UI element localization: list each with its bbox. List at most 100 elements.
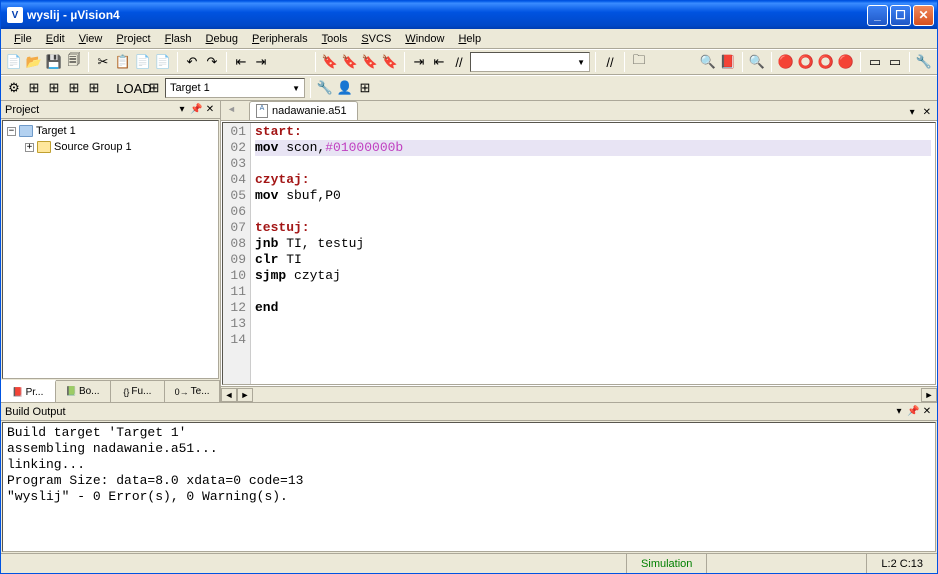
menu-help[interactable]: Help bbox=[451, 31, 488, 47]
menu-file[interactable]: File bbox=[7, 31, 39, 47]
toolbar-button[interactable]: // bbox=[601, 53, 619, 71]
toolbar-button[interactable]: ✂ bbox=[94, 53, 112, 71]
minimize-button[interactable]: _ bbox=[867, 5, 888, 26]
menu-peripherals[interactable]: Peripherals bbox=[245, 31, 315, 47]
panel-close-icon[interactable]: ✕ bbox=[204, 104, 216, 115]
build-panel-label: Build Output bbox=[5, 406, 66, 418]
panel-dropdown-icon[interactable]: ▾ bbox=[893, 406, 905, 417]
toolbar-button[interactable]: ⭕ bbox=[817, 53, 835, 71]
toolbar-button[interactable]: 🔍 bbox=[699, 53, 717, 71]
editor-tabs: A nadawanie.a51 ▾ ✕ bbox=[221, 101, 937, 121]
toolbar-button[interactable]: 📋 bbox=[114, 53, 132, 71]
maximize-button[interactable]: ☐ bbox=[890, 5, 911, 26]
toolbar-button[interactable] bbox=[272, 53, 290, 71]
toolbar-button[interactable]: ⇥ bbox=[252, 53, 270, 71]
tree-label: Source Group 1 bbox=[54, 141, 132, 153]
menu-project[interactable]: Project bbox=[109, 31, 157, 47]
toolbar-button[interactable]: ⚙ bbox=[5, 79, 23, 97]
tree-root-target[interactable]: − Target 1 bbox=[5, 123, 216, 139]
menu-debug[interactable]: Debug bbox=[199, 31, 245, 47]
toolbar-button[interactable]: ↶ bbox=[183, 53, 201, 71]
toolbar-build: ⚙⊞⊞⊞⊞LOAD⊞Target 1▼🔧👤⊞ bbox=[1, 75, 937, 101]
status-simulation: Simulation bbox=[626, 554, 706, 573]
menu-window[interactable]: Window bbox=[398, 31, 451, 47]
expand-icon[interactable]: + bbox=[25, 143, 34, 152]
target-icon bbox=[19, 125, 33, 137]
toolbar-button[interactable]: 📄 bbox=[5, 53, 23, 71]
project-tab[interactable]: {}Fu... bbox=[111, 381, 166, 402]
toolbar-button[interactable] bbox=[292, 53, 310, 71]
toolbar-button[interactable]: LOAD bbox=[125, 79, 143, 97]
code-editor[interactable]: 0102030405060708091011121314 start:mov s… bbox=[222, 122, 936, 385]
panel-pin-icon[interactable]: 📌 bbox=[190, 104, 202, 115]
editor-h-scrollbar[interactable]: ◄ ► ► bbox=[221, 386, 937, 402]
toolbar-button[interactable]: ⇤ bbox=[232, 53, 250, 71]
project-tree[interactable]: − Target 1 + Source Group 1 bbox=[2, 120, 219, 379]
toolbar-button[interactable]: 🗐 bbox=[65, 53, 83, 71]
toolbar-button[interactable]: 🔖 bbox=[361, 53, 379, 71]
menu-edit[interactable]: Edit bbox=[39, 31, 72, 47]
project-tab[interactable]: 📗Bo... bbox=[56, 381, 111, 402]
editor-dropdown-icon[interactable]: ▾ bbox=[910, 107, 915, 118]
collapse-icon[interactable]: − bbox=[7, 127, 16, 136]
project-tab[interactable]: 0→Te... bbox=[165, 381, 220, 402]
toolbar-button[interactable]: ⊞ bbox=[45, 79, 63, 97]
panel-dropdown-icon[interactable]: ▾ bbox=[176, 104, 188, 115]
toolbar-button[interactable]: 📂 bbox=[25, 53, 43, 71]
toolbar-button[interactable]: ⊞ bbox=[85, 79, 103, 97]
toolbar-button[interactable]: 🔴 bbox=[777, 53, 795, 71]
build-output-panel: Build Output ▾ 📌 ✕ Build target 'Target … bbox=[1, 403, 937, 553]
menu-flash[interactable]: Flash bbox=[158, 31, 199, 47]
project-tabs: 📕Pr...📗Bo...{}Fu...0→Te... bbox=[1, 380, 220, 402]
scroll-right-icon[interactable]: ► bbox=[237, 388, 253, 402]
target-select[interactable]: Target 1▼ bbox=[165, 78, 305, 98]
toolbar-button[interactable]: 🔴 bbox=[837, 53, 855, 71]
editor-tab-label: nadawanie.a51 bbox=[272, 105, 347, 117]
toolbar-button[interactable]: 💾 bbox=[45, 53, 63, 71]
toolbar-button[interactable]: 📕 bbox=[719, 53, 737, 71]
editor-close-icon[interactable]: ✕ bbox=[923, 107, 931, 118]
toolbar-button[interactable]: 🔖 bbox=[341, 53, 359, 71]
project-tab[interactable]: 📕Pr... bbox=[1, 380, 56, 402]
menu-view[interactable]: View bbox=[72, 31, 110, 47]
tree-label: Target 1 bbox=[36, 125, 76, 137]
status-cursor-pos: L:2 C:13 bbox=[866, 554, 937, 573]
toolbar-button[interactable]: // bbox=[450, 53, 468, 71]
toolbar-button[interactable]: 🔧 bbox=[316, 79, 334, 97]
toolbar-button[interactable]: ⊞ bbox=[25, 79, 43, 97]
toolbar-button[interactable]: ⇥ bbox=[410, 53, 428, 71]
editor-area: A nadawanie.a51 ▾ ✕ 01020304050607080910… bbox=[221, 101, 937, 402]
build-output-text[interactable]: Build target 'Target 1' assembling nadaw… bbox=[2, 422, 936, 552]
scroll-right-end-icon[interactable]: ► bbox=[921, 388, 937, 402]
toolbar-button[interactable]: ↷ bbox=[203, 53, 221, 71]
toolbar-button[interactable]: ⇤ bbox=[430, 53, 448, 71]
toolbar-button[interactable]: ⊞ bbox=[145, 79, 163, 97]
toolbar-button[interactable]: 🔍 bbox=[748, 53, 766, 71]
close-button[interactable]: ✕ bbox=[913, 5, 934, 26]
status-spacer bbox=[706, 554, 866, 573]
toolbar-button[interactable]: 🗀 bbox=[630, 53, 648, 71]
toolbar-button[interactable]: ▭ bbox=[866, 53, 884, 71]
toolbar-button[interactable]: ⊞ bbox=[65, 79, 83, 97]
toolbar-button[interactable]: 🔖 bbox=[381, 53, 399, 71]
menu-svcs[interactable]: SVCS bbox=[354, 31, 398, 47]
panel-close-icon[interactable]: ✕ bbox=[921, 406, 933, 417]
menu-tools[interactable]: Tools bbox=[315, 31, 355, 47]
toolbar-button[interactable]: 📄 bbox=[154, 53, 172, 71]
tree-source-group[interactable]: + Source Group 1 bbox=[5, 139, 216, 155]
toolbar-button[interactable]: ▭ bbox=[886, 53, 904, 71]
file-icon: A bbox=[256, 104, 268, 118]
line-gutter: 0102030405060708091011121314 bbox=[223, 123, 251, 384]
editor-tab-active[interactable]: A nadawanie.a51 bbox=[249, 101, 358, 120]
project-panel-title: Project ▾ 📌 ✕ bbox=[1, 101, 220, 119]
toolbar-button[interactable]: 👤 bbox=[336, 79, 354, 97]
toolbar-button[interactable]: 🔖 bbox=[321, 53, 339, 71]
scroll-left-icon[interactable]: ◄ bbox=[221, 388, 237, 402]
toolbar-button[interactable]: ⭕ bbox=[797, 53, 815, 71]
toolbar-button[interactable]: 🔧 bbox=[915, 53, 933, 71]
panel-pin-icon[interactable]: 📌 bbox=[907, 406, 919, 417]
toolbar-button[interactable]: ⊞ bbox=[356, 79, 374, 97]
code-content[interactable]: start:mov scon,#01000000bczytaj:mov sbuf… bbox=[251, 123, 935, 384]
find-combo[interactable]: ▼ bbox=[470, 52, 590, 72]
toolbar-button[interactable]: 📄 bbox=[134, 53, 152, 71]
